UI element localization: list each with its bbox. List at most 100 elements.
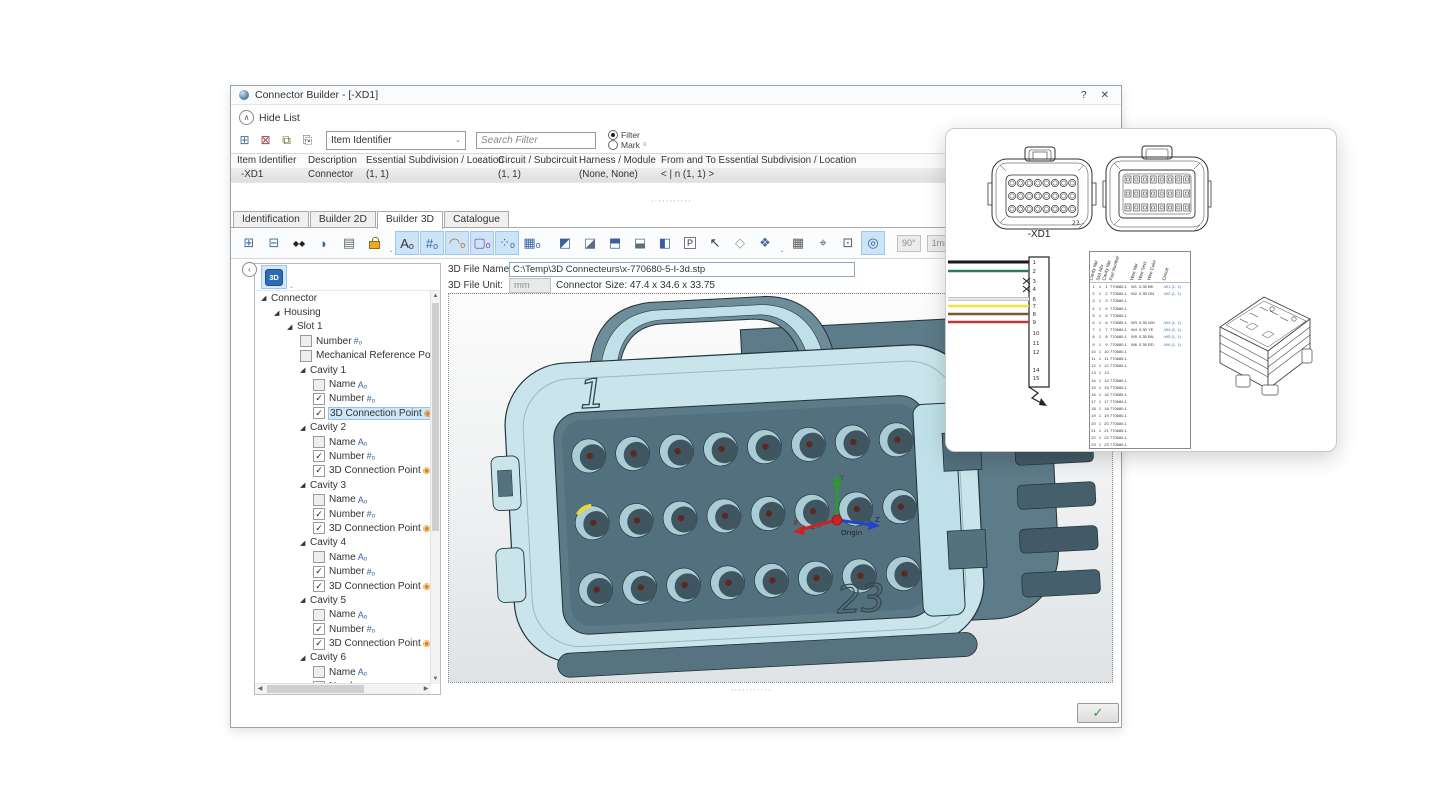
scroll-left-icon[interactable]: ◀ (255, 684, 265, 694)
view-cube-left-icon[interactable]: ⬒ (603, 231, 627, 255)
scroll-thumb-h[interactable] (267, 685, 364, 693)
splitter-handle-bottom[interactable]: ∙∙∙∙∙∙∙∙∙∙∙ (731, 688, 772, 692)
tree-item-number[interactable]: ✓Number#ₒ (255, 564, 431, 578)
select-cursor-icon[interactable]: ↖ (703, 231, 727, 255)
validate-part-icon[interactable]: ▤ (337, 231, 361, 255)
tree-item-cavity-2[interactable]: ◢Cavity 2 (255, 421, 431, 435)
mirror-parts-icon[interactable]: ◆◆ (287, 231, 311, 255)
show-outline-icon[interactable]: ▢ₒ (470, 231, 494, 255)
checkbox[interactable] (313, 666, 325, 678)
expander-icon[interactable]: ◢ (300, 481, 309, 489)
tree-item-number[interactable]: ✓Number#ₒ (255, 507, 431, 521)
tree-item-name[interactable]: NameAₒ (255, 665, 431, 679)
expander-icon[interactable]: ◢ (300, 654, 309, 662)
lock-open-icon[interactable] (362, 231, 386, 255)
expander-icon[interactable]: ◢ (274, 309, 283, 317)
checkbox[interactable] (313, 379, 325, 391)
column-header-2[interactable]: Essential Subdivision / Location (366, 155, 504, 166)
column-header-1[interactable]: Description (308, 155, 357, 166)
view-cube-front-icon[interactable]: ◩ (553, 231, 577, 255)
solids-icon[interactable]: ❖ (753, 231, 777, 255)
tree-item-number[interactable]: ✓Number#ₒ (255, 392, 431, 406)
tree-item-cavity-4[interactable]: ◢Cavity 4 (255, 536, 431, 550)
checkbox[interactable]: ✓ (313, 623, 325, 635)
tree-item-cavity-3[interactable]: ◢Cavity 3 (255, 478, 431, 492)
chevron-up-icon[interactable]: ∧ (239, 110, 254, 125)
checkbox[interactable] (313, 494, 325, 506)
expander-icon[interactable]: ◢ (300, 539, 309, 547)
checkbox[interactable]: ✓ (313, 465, 325, 477)
scroll-down-icon[interactable]: ▼ (431, 674, 440, 684)
diamond-snap-icon[interactable]: ◇ (728, 231, 752, 255)
add-screen-alt-icon[interactable]: ⊟ (262, 231, 286, 255)
scroll-right-icon[interactable]: ▶ (421, 684, 431, 694)
tree-item-cavity-6[interactable]: ◢Cavity 6 (255, 651, 431, 665)
checkbox[interactable]: ✓ (313, 450, 325, 462)
tree-item-number[interactable]: Number#ₒ (255, 334, 431, 348)
tree-item-connector[interactable]: ◢Connector (255, 291, 431, 305)
filter-field-dropdown[interactable]: Item Identifier ⌄ (326, 131, 466, 150)
tree-item-3d-connection-point[interactable]: ✓3D Connection Point◉ₒ (255, 636, 431, 650)
wire-link[interactable]: -W5 (1, 1) (1163, 334, 1190, 339)
checkbox[interactable]: ✓ (313, 522, 325, 534)
wire-link[interactable]: -W3 (1, 1) (1163, 320, 1190, 325)
wire-link[interactable]: -W6 (1, 1) (1163, 342, 1190, 347)
plane-p-icon[interactable]: P (678, 231, 702, 255)
tree-item-number[interactable]: ✓Number#ₒ (255, 449, 431, 463)
tree-item-housing[interactable]: ◢Housing (255, 305, 431, 319)
tree-item-number[interactable]: ✓Number#ₒ (255, 622, 431, 636)
tree-horizontal-scrollbar[interactable]: ◀ ▶ (255, 683, 431, 694)
checkbox[interactable]: ✓ (313, 393, 325, 405)
tree-vertical-scrollbar[interactable]: ▲ ▼ (430, 291, 440, 684)
confirm-button[interactable]: ✓ (1077, 703, 1119, 723)
search-input[interactable]: Search Filter (476, 132, 596, 149)
tab-builder-3d[interactable]: Builder 3D (377, 211, 443, 229)
view-cube-back-icon[interactable]: ◪ (578, 231, 602, 255)
tree-item-name[interactable]: NameAₒ (255, 377, 431, 391)
expander-icon[interactable]: ◢ (287, 323, 296, 331)
help-button[interactable]: ? (1081, 90, 1087, 101)
close-button[interactable]: ✕ (1101, 90, 1109, 101)
checkbox[interactable]: ✓ (313, 580, 325, 592)
tree-item-cavity-1[interactable]: ◢Cavity 1 (255, 363, 431, 377)
checkbox[interactable] (313, 436, 325, 448)
checkbox[interactable]: ✓ (313, 638, 325, 650)
checkbox[interactable]: ✓ (313, 566, 325, 578)
paste-item-icon[interactable]: ⎘ (298, 131, 317, 150)
radio-filter[interactable]: Filter (608, 130, 646, 140)
column-header-4[interactable]: Harness / Module (579, 155, 656, 166)
column-header-3[interactable]: Circuit / Subcircuit (498, 155, 577, 166)
tree-item-mechanical-reference-point[interactable]: Mechanical Reference Point◫ (255, 349, 431, 363)
expander-icon[interactable]: ◢ (300, 424, 309, 432)
expander-icon[interactable]: ◢ (261, 294, 270, 302)
radio-mark-dot[interactable] (608, 140, 618, 150)
snap-box-icon[interactable]: ⊡ (836, 231, 860, 255)
add-screen-icon[interactable]: ⊞ (237, 231, 261, 255)
scroll-thumb[interactable] (432, 303, 439, 531)
copy-item-icon[interactable]: ⧉ (277, 131, 296, 150)
wire-link[interactable]: -W1 (1, 1) (1163, 284, 1190, 289)
column-header-5[interactable]: From and To Essential Subdivision / Loca… (661, 155, 856, 166)
checkbox[interactable] (300, 335, 312, 347)
expander-icon[interactable]: ◢ (300, 596, 309, 604)
scroll-up-icon[interactable]: ▲ (431, 291, 440, 301)
add-item-icon[interactable]: ⊞ (235, 131, 254, 150)
wire-link[interactable]: -W2 (1, 1) (1163, 291, 1190, 296)
splitter-handle-top[interactable]: ∙∙∙∙∙∙∙∙∙∙∙ (651, 199, 692, 203)
tree-item-3d-connection-point[interactable]: ✓3D Connection Point◉ₒ (255, 406, 431, 420)
tree-item-cavity-5[interactable]: ◢Cavity 5 (255, 593, 431, 607)
tree-item-slot-1[interactable]: ◢Slot 1 (255, 320, 431, 334)
snap-center-icon[interactable]: ⌖ (811, 231, 835, 255)
tree-item-3d-connection-point[interactable]: ✓3D Connection Point◉ₒ (255, 579, 431, 593)
title-bar[interactable]: Connector Builder - [-XD1] ? ✕ (231, 86, 1121, 105)
show-grid-icon[interactable]: ▦ₒ (520, 231, 544, 255)
file-name-input[interactable]: C:\Temp\3D Connecteurs\x-770680-5-I-3d.s… (509, 262, 855, 277)
tree-collapse-button[interactable]: ‹ (242, 262, 257, 277)
mode-3d-button[interactable]: 3D (261, 265, 287, 289)
tree-item-3d-connection-point[interactable]: ✓3D Connection Point◉ₒ (255, 464, 431, 478)
erase-icon[interactable]: ◗ (312, 231, 336, 255)
hide-list-toggle[interactable]: ∧ Hide List (239, 110, 300, 125)
snap-circle-icon[interactable]: ◎ (861, 231, 885, 255)
show-arcs-icon[interactable]: ◠ₒ (445, 231, 469, 255)
view-cube-iso-icon[interactable]: ◧ (653, 231, 677, 255)
